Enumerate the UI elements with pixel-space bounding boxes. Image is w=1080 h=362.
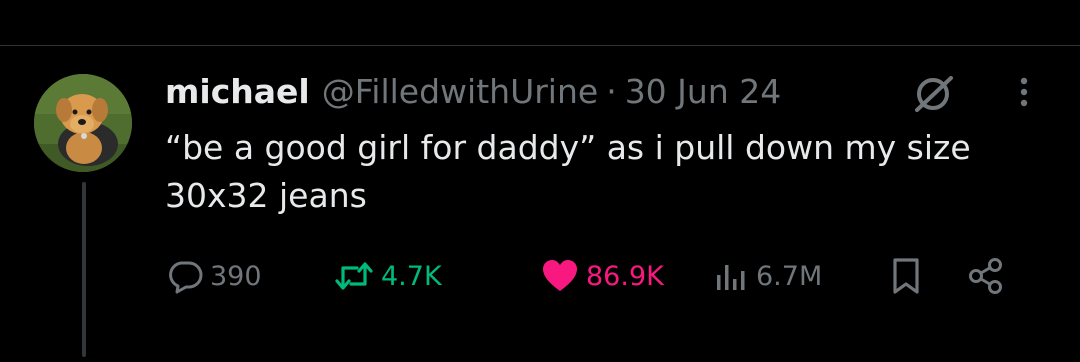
post-text: “be a good girl for daddy” as i pull dow… — [165, 128, 971, 215]
repost-count: 4.7K — [381, 260, 442, 292]
more-icon[interactable] — [1004, 72, 1044, 112]
post-header: michael @FilledwithUrine · 30 Jun 24 — [165, 68, 781, 114]
like-button[interactable]: 86.9K — [540, 252, 664, 300]
post-actions: 390 4.7K 86.9K 6.7M — [160, 252, 1040, 300]
views-icon — [712, 257, 750, 295]
like-icon — [540, 257, 580, 295]
views-count: 6.7M — [756, 260, 823, 292]
repost-button[interactable]: 4.7K — [333, 252, 442, 300]
top-divider — [0, 45, 1080, 46]
reply-button[interactable]: 390 — [166, 252, 262, 300]
reply-count: 390 — [210, 260, 262, 292]
share-button[interactable] — [966, 252, 1006, 300]
bookmark-button[interactable] — [888, 252, 924, 300]
grok-icon[interactable] — [905, 74, 961, 114]
avatar[interactable] — [34, 74, 132, 172]
bookmark-icon — [888, 256, 924, 296]
share-icon — [966, 256, 1006, 296]
author-handle[interactable]: @FilledwithUrine — [322, 72, 598, 111]
thread-line — [82, 182, 86, 357]
author-display-name[interactable]: michael — [165, 72, 310, 111]
avatar-plush-dog — [34, 74, 132, 172]
like-count: 86.9K — [586, 260, 664, 292]
reply-icon — [166, 257, 204, 295]
header-separator: · — [606, 71, 617, 111]
views-button[interactable]: 6.7M — [712, 252, 822, 300]
repost-icon — [333, 257, 375, 295]
post-date[interactable]: 30 Jun 24 — [625, 72, 782, 111]
